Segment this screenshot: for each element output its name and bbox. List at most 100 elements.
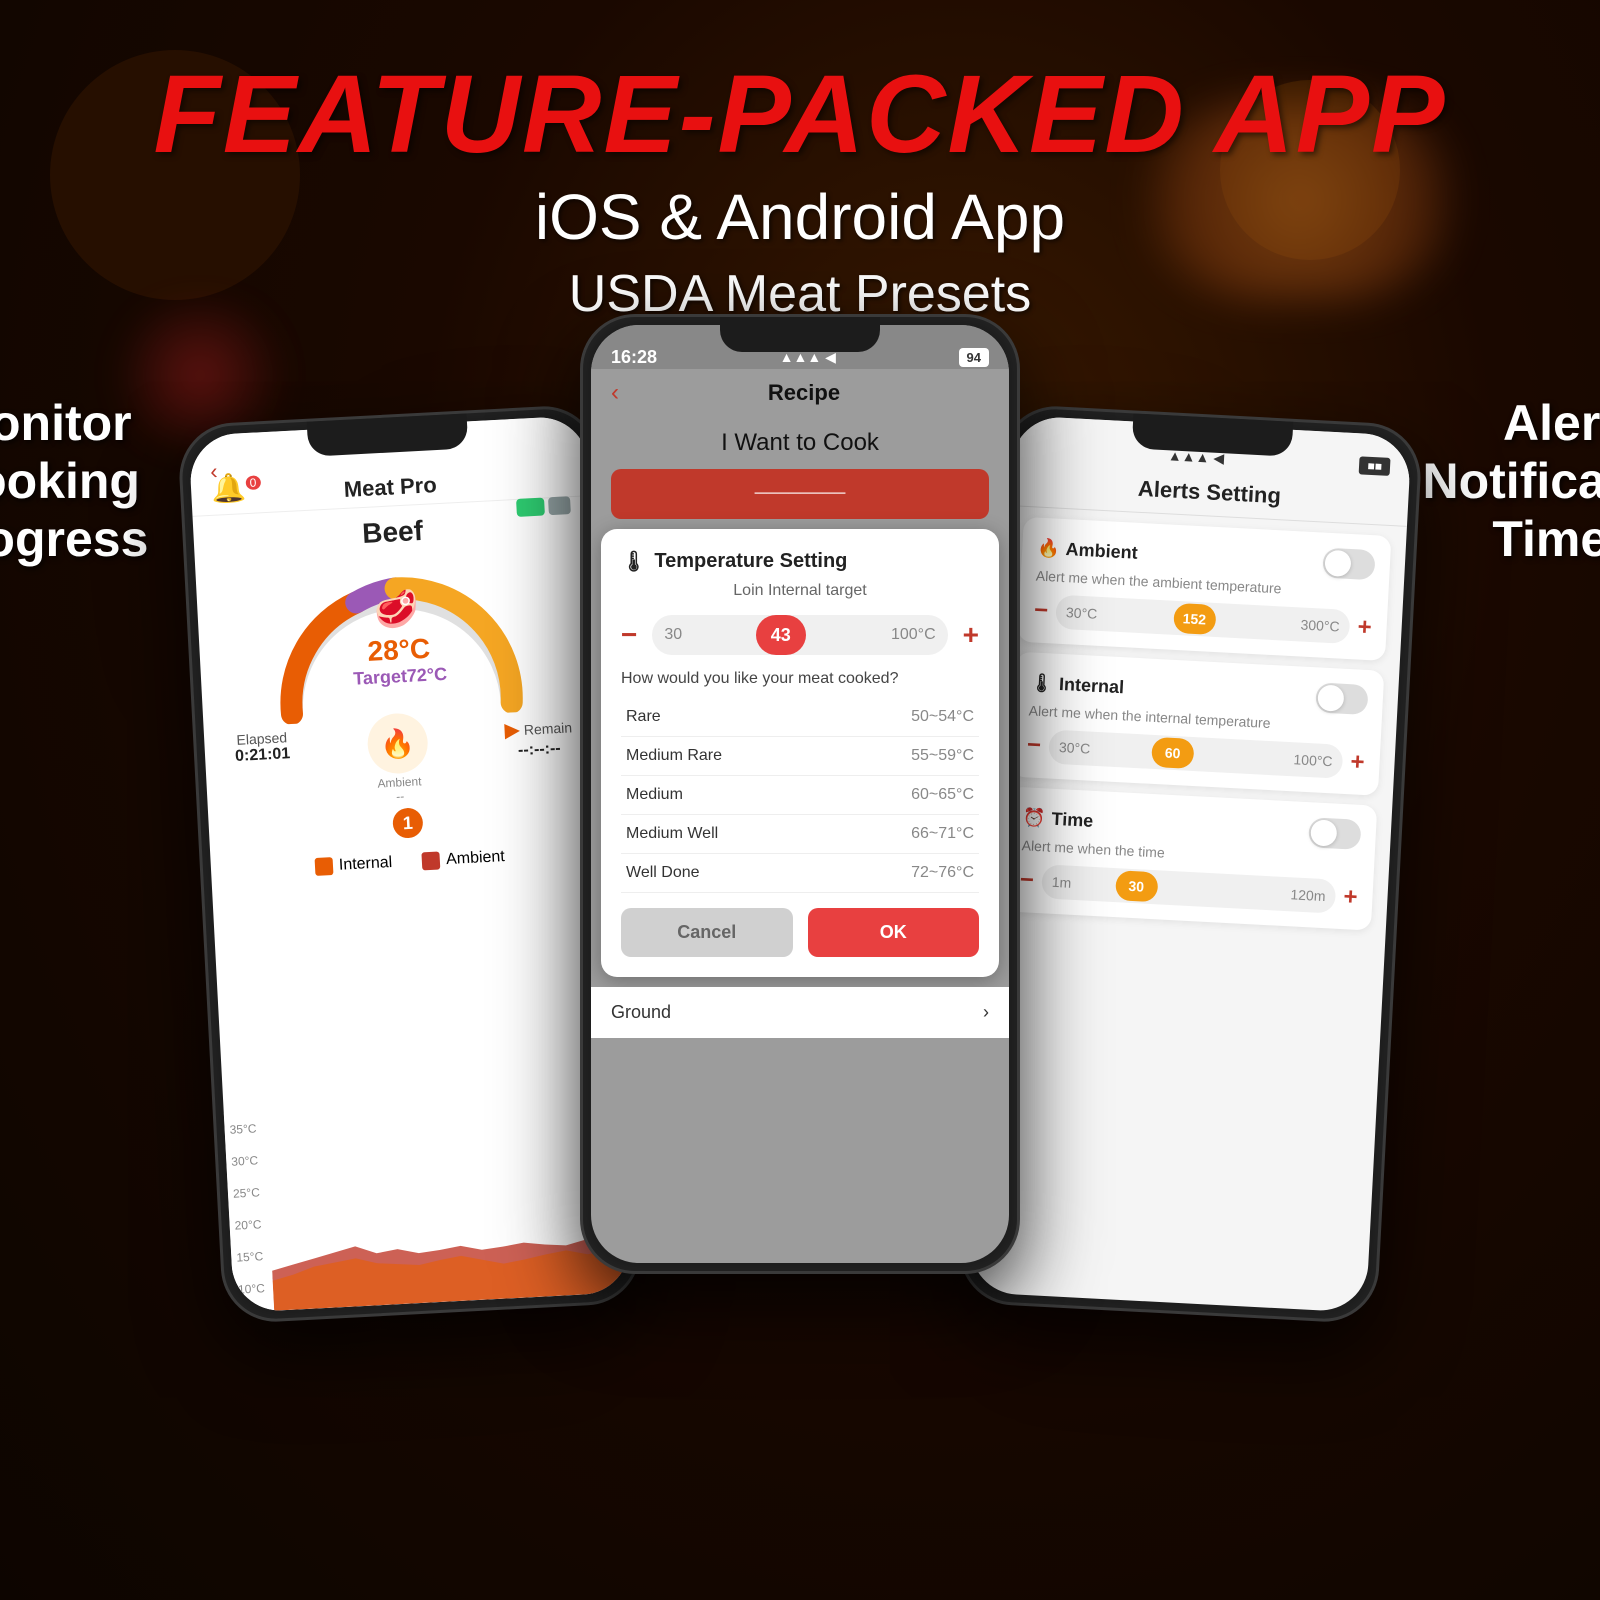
doneness-row[interactable]: Medium Well66~71°C bbox=[621, 815, 979, 854]
internal-color bbox=[315, 857, 334, 876]
ok-button[interactable]: OK bbox=[808, 908, 980, 957]
range-plus-2[interactable]: + bbox=[1343, 883, 1358, 912]
alert-card-internal: 🌡 Internal Alert me when the internal te… bbox=[1010, 652, 1384, 796]
ambient-legend-label: Ambient bbox=[446, 848, 506, 869]
i-want-cook: I Want to Cook bbox=[591, 417, 1009, 469]
range-thumb-0[interactable]: 152 bbox=[1173, 603, 1217, 635]
range-end-2: 120m bbox=[1290, 886, 1326, 904]
gauge-container: 🥩 28°C Target72°C bbox=[195, 548, 601, 729]
temp-slider-row: − 30 43 100°C + bbox=[621, 615, 979, 655]
doneness-range: 72~76°C bbox=[833, 854, 979, 893]
doneness-row[interactable]: Medium60~65°C bbox=[621, 776, 979, 815]
remain-value: --:--:-- bbox=[505, 739, 573, 761]
doneness-range: 66~71°C bbox=[833, 815, 979, 854]
doneness-row[interactable]: Well Done72~76°C bbox=[621, 854, 979, 893]
alert-cards-container: 🔥 Ambient Alert me when the ambient temp… bbox=[988, 516, 1406, 931]
range-start-1: 30°C bbox=[1059, 739, 1091, 757]
doneness-table: Rare50~54°CMedium Rare55~59°CMedium60~65… bbox=[621, 698, 979, 893]
y-axis-10: 10°C bbox=[238, 1281, 266, 1296]
range-minus-1[interactable]: − bbox=[1026, 731, 1041, 760]
range-end-1: 100°C bbox=[1293, 751, 1333, 769]
alert-toggle-1[interactable] bbox=[1315, 682, 1368, 715]
temp-plus-button[interactable]: + bbox=[963, 619, 979, 651]
range-thumb-2[interactable]: 30 bbox=[1115, 870, 1159, 902]
legend-internal: Internal bbox=[315, 854, 393, 876]
ambient-color bbox=[422, 851, 441, 870]
doneness-name: Medium bbox=[621, 776, 833, 815]
ground-arrow: › bbox=[983, 1002, 989, 1023]
doneness-range: 50~54°C bbox=[833, 698, 979, 737]
range-thumb-1[interactable]: 60 bbox=[1151, 737, 1195, 769]
ambient-fire-icon: 🔥 bbox=[366, 712, 429, 775]
range-end-0: 300°C bbox=[1300, 616, 1340, 634]
ambient-label: Ambient bbox=[377, 774, 422, 790]
y-axis-35: 35°C bbox=[229, 1121, 257, 1136]
center-time: 16:28 bbox=[611, 347, 657, 368]
doneness-name: Well Done bbox=[621, 854, 833, 893]
doneness-name: Medium Rare bbox=[621, 737, 833, 776]
subtitle: iOS & Android App bbox=[154, 180, 1447, 254]
left-screen: ‹ Meat Pro 🔔0 Beef bbox=[188, 415, 631, 1313]
range-track-2: 1m 30 120m bbox=[1041, 864, 1336, 913]
partial-red-button[interactable]: ──────── bbox=[611, 469, 989, 519]
remain-label-wrap: ▶ Remain bbox=[504, 714, 573, 743]
alert-range-row-1: − 30°C 60 100°C + bbox=[1026, 728, 1365, 780]
center-phone: 16:28 ▲▲▲ ◀ 94 ‹ Recipe I Want to Cook ─… bbox=[580, 314, 1020, 1274]
right-phone: ▲▲▲ ◀ ■■ Alerts Setting 🔥 Ambient Alert … bbox=[957, 404, 1424, 1325]
temp-minus-button[interactable]: − bbox=[621, 619, 637, 651]
left-phone: ‹ Meat Pro 🔔0 Beef bbox=[177, 404, 644, 1325]
internal-legend-label: Internal bbox=[338, 854, 392, 875]
elapsed-item: Elapsed 0:21:01 bbox=[234, 729, 293, 812]
ground-label: Ground bbox=[611, 1002, 671, 1023]
range-plus-0[interactable]: + bbox=[1357, 613, 1372, 642]
chart-svg bbox=[264, 1092, 632, 1310]
temperature-dialog: 🌡 Temperature Setting Loin Internal targ… bbox=[601, 529, 999, 977]
range-start-2: 1m bbox=[1051, 874, 1071, 891]
range-minus-0[interactable]: − bbox=[1033, 597, 1048, 626]
center-nav: ‹ Recipe bbox=[591, 369, 1009, 417]
doneness-range: 55~59°C bbox=[833, 737, 979, 776]
alert-title-2: ⏰ Time bbox=[1023, 807, 1094, 832]
doneness-name: Medium Well bbox=[621, 815, 833, 854]
cook-question: How would you like your meat cooked? bbox=[621, 670, 979, 688]
range-minus-2[interactable]: − bbox=[1019, 866, 1034, 895]
doneness-name: Rare bbox=[621, 698, 833, 737]
range-plus-1[interactable]: + bbox=[1350, 748, 1365, 777]
chart-area: 35°C 30°C 25°C 20°C 15°C 10°C bbox=[224, 1092, 632, 1313]
right-battery: ■■ bbox=[1359, 456, 1390, 476]
range-start-0: 30°C bbox=[1066, 604, 1098, 622]
ambient-value: -- bbox=[396, 789, 405, 803]
bell-icon: 🔔0 bbox=[210, 470, 261, 506]
alert-card-ambient: 🔥 Ambient Alert me when the ambient temp… bbox=[1017, 517, 1391, 661]
dialog-buttons: Cancel OK bbox=[621, 908, 979, 957]
doneness-row[interactable]: Medium Rare55~59°C bbox=[621, 737, 979, 776]
main-content: FEATURE-PACKED APP iOS & Android App Mon… bbox=[0, 0, 1600, 1600]
elapsed-remain: Elapsed 0:21:01 🔥 Ambient -- ▶ Remain --… bbox=[204, 713, 606, 814]
phones-container: Monitor Cooking Progress ‹ Meat Pro 🔔0 bbox=[0, 314, 1600, 1314]
y-axis-30: 30°C bbox=[231, 1153, 259, 1168]
alert-toggle-2[interactable] bbox=[1308, 817, 1361, 850]
legend: Internal Ambient bbox=[211, 843, 609, 882]
cancel-button[interactable]: Cancel bbox=[621, 908, 793, 957]
ground-section: Ground › bbox=[591, 987, 1009, 1038]
thermometer-icon: 🌡 bbox=[621, 549, 646, 574]
steak-icon: 🥩 bbox=[349, 586, 445, 633]
y-axis-25: 25°C bbox=[233, 1185, 261, 1200]
y-axis-15: 15°C bbox=[236, 1249, 264, 1264]
center-battery: 94 bbox=[959, 348, 989, 367]
doneness-row[interactable]: Rare50~54°C bbox=[621, 698, 979, 737]
range-track-1: 30°C 60 100°C bbox=[1048, 729, 1343, 778]
status-dot-green bbox=[516, 497, 545, 516]
alert-icon-0: 🔥 bbox=[1037, 537, 1060, 559]
remain-item: ▶ Remain --:--:-- bbox=[504, 714, 576, 797]
alert-range-row-0: − 30°C 152 300°C + bbox=[1033, 594, 1372, 646]
alert-title-1: 🌡 Internal bbox=[1030, 672, 1125, 698]
alert-icon-2: ⏰ bbox=[1023, 807, 1046, 829]
center-back-arrow[interactable]: ‹ bbox=[611, 379, 619, 407]
elapsed-value: 0:21:01 bbox=[235, 745, 291, 766]
temp-thumb[interactable]: 43 bbox=[756, 615, 806, 655]
alert-icon-1: 🌡 bbox=[1030, 672, 1054, 694]
legend-ambient: Ambient bbox=[422, 848, 506, 870]
alert-toggle-0[interactable] bbox=[1322, 548, 1375, 581]
remain-label: Remain bbox=[523, 719, 572, 738]
